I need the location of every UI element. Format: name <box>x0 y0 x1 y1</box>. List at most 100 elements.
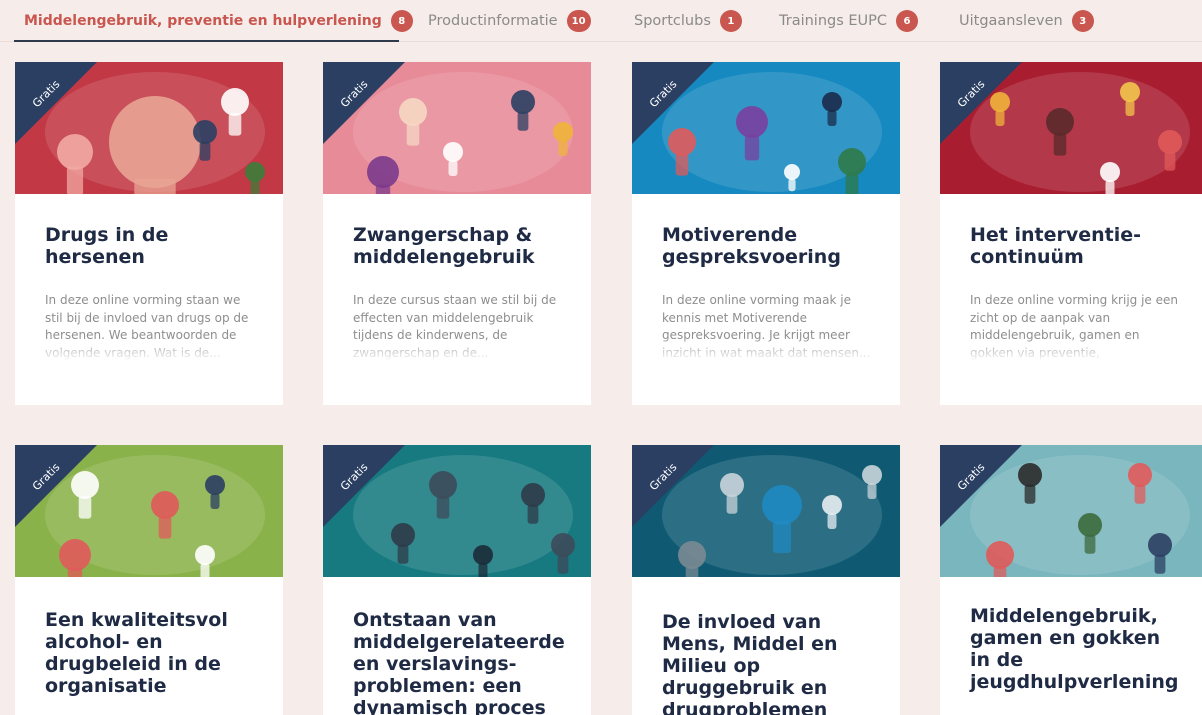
illustration-figure <box>553 122 573 142</box>
course-thumbnail: Gratis <box>323 62 591 194</box>
illustration-figure-body <box>993 566 1007 577</box>
illustration-figure <box>151 491 179 519</box>
illustration-figure-body <box>478 563 488 577</box>
tab-count-badge: 3 <box>1071 10 1094 32</box>
illustration-figure <box>1148 533 1172 557</box>
illustration-figure <box>990 92 1010 112</box>
illustration-figure <box>367 156 399 188</box>
thumbnail-glow <box>353 455 573 575</box>
course-description: In deze online vorming maak je kennis me… <box>662 293 871 360</box>
illustration-figure <box>1018 463 1042 487</box>
illustration-figure-body <box>867 483 877 499</box>
thumbnail-glow <box>970 72 1190 192</box>
course-title[interactable]: Ontstaan van middelgerelateerde en versl… <box>353 609 565 715</box>
course-thumbnail: Gratis <box>940 445 1202 577</box>
thumbnail-illustration: Gratis <box>632 445 900 577</box>
course-description: In deze online vorming staan we stil bij… <box>45 293 249 360</box>
tab-count-badge: 10 <box>566 10 591 32</box>
illustration-figure-body <box>675 153 689 176</box>
course-title[interactable]: Een kwaliteitsvol alcohol- en drugbeleid… <box>45 609 257 697</box>
illustration-figure <box>862 465 882 485</box>
illustration-figure <box>822 495 842 515</box>
illustration-figure <box>59 539 91 571</box>
illustration-figure <box>986 541 1014 569</box>
course-title[interactable]: Het interventie-continuüm <box>970 224 1182 268</box>
course-card[interactable]: Gratis Een kwaliteitsvol alcohol- en dru… <box>15 445 283 715</box>
illustration-figure <box>391 523 415 547</box>
course-title[interactable]: Motiverende gespreksvoering <box>662 224 874 268</box>
tab-uitgaansleven[interactable]: Uitgaansleven 3 <box>959 8 1094 34</box>
tab-label: Middelengebruik, preventie en hulpverlen… <box>24 13 382 29</box>
illustration-figure-body <box>436 496 450 519</box>
illustration-figure <box>762 485 802 525</box>
course-title[interactable]: Middelengebruik, gamen en gokken in de j… <box>970 605 1182 693</box>
course-card[interactable]: Gratis Het interventie-continuüm In deze… <box>940 62 1202 405</box>
illustration-figure-body <box>744 134 760 161</box>
tab-productinformatie[interactable]: Productinformatie 10 <box>428 8 591 34</box>
illustration-figure <box>678 541 706 569</box>
thumbnail-illustration: Gratis <box>323 62 591 194</box>
illustration-figure-body <box>788 178 796 192</box>
tab-label: Uitgaansleven <box>959 13 1063 29</box>
illustration-figure-body <box>995 110 1005 126</box>
illustration-figure-body <box>557 554 569 574</box>
thumbnail-illustration: Gratis <box>15 62 283 194</box>
course-title[interactable]: Drugs in de hersenen <box>45 224 257 268</box>
illustration-figure-body <box>1154 554 1166 574</box>
course-title[interactable]: Zwangerschap & middelengebruik <box>353 224 565 268</box>
course-card[interactable]: Gratis Motiverende gespreksvoering In de… <box>632 62 900 405</box>
illustration-figure <box>1158 130 1182 154</box>
illustration-figure-body <box>66 166 84 194</box>
illustration-figure-body <box>558 140 568 156</box>
illustration-figure-body <box>517 111 529 131</box>
illustration-figure <box>429 471 457 499</box>
illustration-figure-body <box>1105 180 1115 194</box>
illustration-figure <box>193 120 217 144</box>
illustration-figure-body <box>200 563 210 577</box>
illustration-figure <box>245 162 265 182</box>
illustration-figure-body <box>726 494 738 514</box>
illustration-figure-body <box>78 496 92 519</box>
illustration-figure <box>1046 108 1074 136</box>
course-thumbnail: Gratis <box>632 445 900 577</box>
illustration-figure <box>736 106 768 138</box>
tab-trainings-eupc[interactable]: Trainings EUPC 6 <box>779 8 919 34</box>
illustration-figure <box>1100 162 1120 182</box>
illustration-figure-body <box>1134 484 1146 504</box>
illustration-figure-body <box>448 160 458 176</box>
thumbnail-illustration: Gratis <box>940 62 1202 194</box>
illustration-figure-body <box>134 178 176 194</box>
illustration-figure <box>205 475 225 495</box>
tab-sportclubs[interactable]: Sportclubs 1 <box>634 8 742 34</box>
course-card[interactable]: Gratis Middelengebruik, gamen en gokken … <box>940 445 1202 715</box>
illustration-figure <box>1120 82 1140 102</box>
illustration-figure <box>822 92 842 112</box>
illustration-figure-body <box>228 113 242 136</box>
course-card[interactable]: Gratis De invloed van Mens, Middel en Mi… <box>632 445 900 715</box>
illustration-figure-body <box>406 123 420 146</box>
illustration-figure <box>511 90 535 114</box>
course-thumbnail: Gratis <box>323 445 591 577</box>
illustration-figure-body <box>375 184 391 194</box>
course-thumbnail: Gratis <box>940 62 1202 194</box>
illustration-figure-body <box>773 521 791 553</box>
illustration-figure <box>1128 463 1152 487</box>
active-tab-indicator <box>14 40 399 42</box>
illustration-figure-body <box>827 513 837 529</box>
thumbnail-illustration: Gratis <box>632 62 900 194</box>
illustration-figure <box>195 545 215 565</box>
course-card[interactable]: Gratis Zwangerschap & middelengebruik In… <box>323 62 591 405</box>
illustration-figure <box>784 164 800 180</box>
illustration-figure-body <box>1053 133 1067 156</box>
illustration-figure <box>473 545 493 565</box>
illustration-figure <box>668 128 696 156</box>
illustration-figure-body <box>210 493 220 509</box>
course-card[interactable]: Gratis Ontstaan van middelgerelateerde e… <box>323 445 591 715</box>
thumbnail-illustration: Gratis <box>323 445 591 577</box>
course-title[interactable]: De invloed van Mens, Middel en Milieu op… <box>662 611 874 715</box>
tab-middelengebruik[interactable]: Middelengebruik, preventie en hulpverlen… <box>24 8 413 34</box>
course-card[interactable]: Gratis Drugs in de hersenen In deze onli… <box>15 62 283 405</box>
tab-count-badge: 1 <box>719 10 742 32</box>
illustration-figure-body <box>827 110 837 126</box>
tab-label: Trainings EUPC <box>779 13 888 29</box>
